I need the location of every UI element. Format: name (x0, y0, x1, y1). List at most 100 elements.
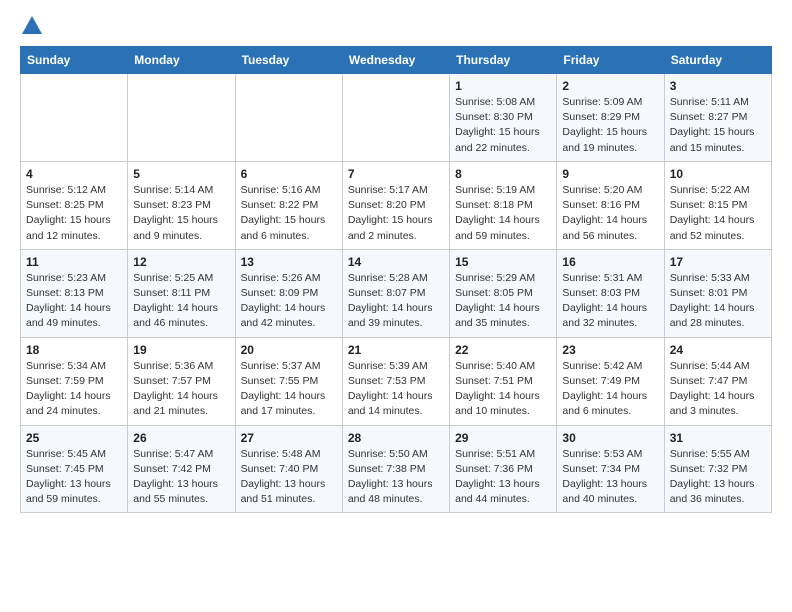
day-info: Sunrise: 5:31 AM Sunset: 8:03 PM Dayligh… (562, 271, 658, 332)
calendar-cell: 14 Sunrise: 5:28 AM Sunset: 8:07 PM Dayli… (342, 249, 449, 337)
day-info: Sunrise: 5:20 AM Sunset: 8:16 PM Dayligh… (562, 183, 658, 244)
day-info: Sunrise: 5:37 AM Sunset: 7:55 PM Dayligh… (241, 359, 337, 420)
day-number: 2 (562, 79, 658, 93)
page: SundayMondayTuesdayWednesdayThursdayFrid… (0, 0, 792, 529)
day-number: 5 (133, 167, 229, 181)
day-number: 4 (26, 167, 122, 181)
calendar-cell: 28Sunrise: 5:50 AM Sunset: 7:38 PM Dayli… (342, 425, 449, 513)
calendar-cell: 20 Sunrise: 5:37 AM Sunset: 7:55 PM Dayli… (235, 337, 342, 425)
calendar-cell: 4 Sunrise: 5:12 AM Sunset: 8:25 PM Daylig… (21, 161, 128, 249)
calendar-week-row: 1 Sunrise: 5:08 AM Sunset: 8:30 PM Daylig… (21, 74, 772, 162)
day-number: 16 (562, 255, 658, 269)
calendar-cell: 21 Sunrise: 5:39 AM Sunset: 7:53 PM Dayli… (342, 337, 449, 425)
calendar-cell: 22Sunrise: 5:40 AM Sunset: 7:51 PM Dayli… (450, 337, 557, 425)
calendar-cell: 18 Sunrise: 5:34 AM Sunset: 7:59 PM Dayli… (21, 337, 128, 425)
day-info: Sunrise: 5:23 AM Sunset: 8:13 PM Dayligh… (26, 271, 122, 332)
calendar-cell: 8 Sunrise: 5:19 AM Sunset: 8:18 PM Daylig… (450, 161, 557, 249)
calendar-body: 1 Sunrise: 5:08 AM Sunset: 8:30 PM Daylig… (21, 74, 772, 513)
calendar-week-row: 18 Sunrise: 5:34 AM Sunset: 7:59 PM Dayli… (21, 337, 772, 425)
day-info: Sunrise: 5:51 AM Sunset: 7:36 PM Dayligh… (455, 447, 551, 508)
calendar-cell: 13 Sunrise: 5:26 AM Sunset: 8:09 PM Dayli… (235, 249, 342, 337)
day-info: Sunrise: 5:22 AM Sunset: 8:15 PM Dayligh… (670, 183, 766, 244)
day-number: 13 (241, 255, 337, 269)
day-info: Sunrise: 5:55 AM Sunset: 7:32 PM Dayligh… (670, 447, 766, 508)
day-number: 10 (670, 167, 766, 181)
calendar-cell: 31 Sunrise: 5:55 AM Sunset: 7:32 PM Dayli… (664, 425, 771, 513)
day-info: Sunrise: 5:34 AM Sunset: 7:59 PM Dayligh… (26, 359, 122, 420)
day-number: 12 (133, 255, 229, 269)
day-info: Sunrise: 5:08 AM Sunset: 8:30 PM Dayligh… (455, 95, 551, 156)
day-number: 15 (455, 255, 551, 269)
calendar-week-row: 11 Sunrise: 5:23 AM Sunset: 8:13 PM Dayli… (21, 249, 772, 337)
day-number: 24 (670, 343, 766, 357)
day-info: Sunrise: 5:36 AM Sunset: 7:57 PM Dayligh… (133, 359, 229, 420)
day-info: Sunrise: 5:19 AM Sunset: 8:18 PM Dayligh… (455, 183, 551, 244)
day-number: 7 (348, 167, 444, 181)
calendar-cell: 6 Sunrise: 5:16 AM Sunset: 8:22 PM Daylig… (235, 161, 342, 249)
day-info: Sunrise: 5:17 AM Sunset: 8:20 PM Dayligh… (348, 183, 444, 244)
day-number: 20 (241, 343, 337, 357)
day-info: Sunrise: 5:28 AM Sunset: 8:07 PM Dayligh… (348, 271, 444, 332)
day-info: Sunrise: 5:40 AM Sunset: 7:51 PM Dayligh… (455, 359, 551, 420)
calendar-cell: 5 Sunrise: 5:14 AM Sunset: 8:23 PM Daylig… (128, 161, 235, 249)
calendar-cell: 12 Sunrise: 5:25 AM Sunset: 8:11 PM Dayli… (128, 249, 235, 337)
day-number: 6 (241, 167, 337, 181)
day-info: Sunrise: 5:39 AM Sunset: 7:53 PM Dayligh… (348, 359, 444, 420)
calendar-table: SundayMondayTuesdayWednesdayThursdayFrid… (20, 46, 772, 513)
day-info: Sunrise: 5:14 AM Sunset: 8:23 PM Dayligh… (133, 183, 229, 244)
day-number: 23 (562, 343, 658, 357)
calendar-week-row: 4 Sunrise: 5:12 AM Sunset: 8:25 PM Daylig… (21, 161, 772, 249)
day-number: 26 (133, 431, 229, 445)
day-number: 8 (455, 167, 551, 181)
day-info: Sunrise: 5:47 AM Sunset: 7:42 PM Dayligh… (133, 447, 229, 508)
day-number: 1 (455, 79, 551, 93)
day-number: 31 (670, 431, 766, 445)
day-info: Sunrise: 5:16 AM Sunset: 8:22 PM Dayligh… (241, 183, 337, 244)
day-number: 25 (26, 431, 122, 445)
calendar-cell: 1 Sunrise: 5:08 AM Sunset: 8:30 PM Daylig… (450, 74, 557, 162)
calendar-header: SundayMondayTuesdayWednesdayThursdayFrid… (21, 47, 772, 74)
calendar-cell: 30 Sunrise: 5:53 AM Sunset: 7:34 PM Dayli… (557, 425, 664, 513)
day-info: Sunrise: 5:29 AM Sunset: 8:05 PM Dayligh… (455, 271, 551, 332)
weekday-header: Friday (557, 47, 664, 74)
logo-triangle-icon (22, 16, 42, 34)
weekday-header: Saturday (664, 47, 771, 74)
weekday-header: Wednesday (342, 47, 449, 74)
day-number: 17 (670, 255, 766, 269)
calendar-cell: 15 Sunrise: 5:29 AM Sunset: 8:05 PM Dayli… (450, 249, 557, 337)
day-info: Sunrise: 5:26 AM Sunset: 8:09 PM Dayligh… (241, 271, 337, 332)
day-number: 21 (348, 343, 444, 357)
calendar-cell: 17 Sunrise: 5:33 AM Sunset: 8:01 PM Dayli… (664, 249, 771, 337)
day-number: 11 (26, 255, 122, 269)
calendar-cell (128, 74, 235, 162)
day-info: Sunrise: 5:11 AM Sunset: 8:27 PM Dayligh… (670, 95, 766, 156)
calendar-cell: 25Sunrise: 5:45 AM Sunset: 7:45 PM Dayli… (21, 425, 128, 513)
calendar-cell: 26 Sunrise: 5:47 AM Sunset: 7:42 PM Dayli… (128, 425, 235, 513)
calendar-cell: 11 Sunrise: 5:23 AM Sunset: 8:13 PM Dayli… (21, 249, 128, 337)
calendar-cell (342, 74, 449, 162)
day-number: 14 (348, 255, 444, 269)
day-info: Sunrise: 5:44 AM Sunset: 7:47 PM Dayligh… (670, 359, 766, 420)
calendar-cell: 29Sunrise: 5:51 AM Sunset: 7:36 PM Dayli… (450, 425, 557, 513)
header (20, 16, 772, 36)
calendar-cell: 3 Sunrise: 5:11 AM Sunset: 8:27 PM Daylig… (664, 74, 771, 162)
day-number: 28 (348, 431, 444, 445)
calendar-cell: 24 Sunrise: 5:44 AM Sunset: 7:47 PM Dayli… (664, 337, 771, 425)
day-info: Sunrise: 5:12 AM Sunset: 8:25 PM Dayligh… (26, 183, 122, 244)
day-info: Sunrise: 5:25 AM Sunset: 8:11 PM Dayligh… (133, 271, 229, 332)
day-number: 30 (562, 431, 658, 445)
day-info: Sunrise: 5:42 AM Sunset: 7:49 PM Dayligh… (562, 359, 658, 420)
calendar-cell: 27Sunrise: 5:48 AM Sunset: 7:40 PM Dayli… (235, 425, 342, 513)
day-number: 3 (670, 79, 766, 93)
day-number: 19 (133, 343, 229, 357)
day-info: Sunrise: 5:48 AM Sunset: 7:40 PM Dayligh… (241, 447, 337, 508)
day-info: Sunrise: 5:53 AM Sunset: 7:34 PM Dayligh… (562, 447, 658, 508)
calendar-cell: 2Sunrise: 5:09 AM Sunset: 8:29 PM Daylig… (557, 74, 664, 162)
day-info: Sunrise: 5:33 AM Sunset: 8:01 PM Dayligh… (670, 271, 766, 332)
day-number: 9 (562, 167, 658, 181)
calendar-cell (21, 74, 128, 162)
weekday-header: Thursday (450, 47, 557, 74)
day-number: 18 (26, 343, 122, 357)
calendar-cell (235, 74, 342, 162)
calendar-header-row: SundayMondayTuesdayWednesdayThursdayFrid… (21, 47, 772, 74)
